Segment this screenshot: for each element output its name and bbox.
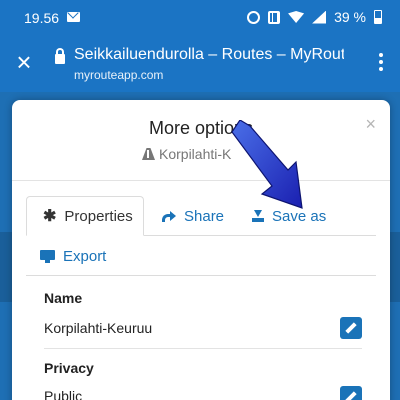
status-time: 19.56 — [24, 10, 60, 26]
tab-save-as[interactable]: Save as — [252, 196, 326, 236]
signal-icon — [312, 10, 327, 24]
page-title[interactable]: Seikkailuendurolla – Routes – MyRout — [74, 46, 344, 64]
mail-icon — [67, 12, 80, 22]
privacy-label: Privacy — [44, 360, 94, 376]
status-icons: 39 % — [247, 9, 382, 25]
tab-label: Export — [63, 247, 107, 265]
battery-percent: 39 % — [334, 9, 366, 25]
tab-properties[interactable]: ✱ Properties — [26, 196, 144, 236]
battery-icon — [374, 10, 382, 24]
name-value: Korpilahti-Keuruu — [44, 320, 153, 336]
route-name-subtitle: Korpilahti-K — [142, 146, 231, 162]
tab-label: Save as — [272, 207, 327, 225]
edit-privacy-button[interactable] — [340, 386, 362, 400]
modal-title: More options — [148, 118, 254, 138]
tab-label: Share — [184, 207, 225, 225]
nfc-icon — [268, 10, 281, 24]
alarm-icon — [247, 10, 261, 24]
name-label: Name — [44, 290, 83, 306]
share-icon — [162, 210, 176, 222]
download-icon — [252, 210, 264, 222]
properties-panel: Name Korpilahti-Keuruu Privacy Public — [26, 276, 376, 400]
road-icon — [142, 148, 155, 160]
tab-label: Properties — [64, 207, 133, 225]
page-url[interactable]: myrouteapp.com — [74, 68, 163, 82]
privacy-value: Public — [44, 388, 83, 400]
more-options-modal: × More options Korpilahti-K ✱ Properties… — [12, 100, 390, 400]
edit-name-button[interactable] — [340, 317, 362, 339]
more-menu-icon[interactable] — [378, 53, 384, 75]
wifi-icon — [288, 11, 305, 23]
asterisk-icon: ✱ — [43, 208, 57, 225]
lock-icon — [55, 48, 65, 64]
browser-toolbar: × Seikkailuendurolla – Routes – MyRout m… — [0, 36, 400, 92]
status-bar: 19.56 39 % — [0, 0, 400, 36]
tab-export[interactable]: Export — [40, 238, 106, 274]
divider — [12, 180, 390, 181]
divider — [44, 348, 362, 349]
monitor-icon — [40, 249, 55, 263]
route-name: Korpilahti-K — [159, 146, 232, 162]
tab-share[interactable]: Share — [162, 196, 224, 236]
close-tab-button[interactable]: × — [14, 49, 34, 75]
